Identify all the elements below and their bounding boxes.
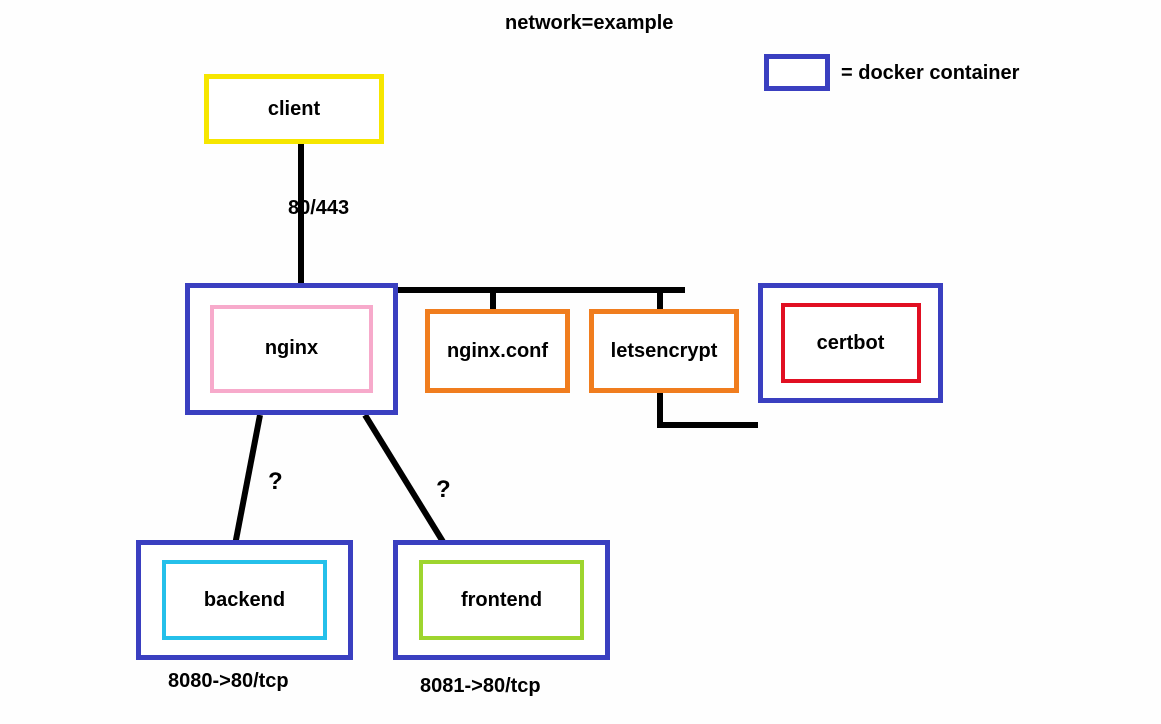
edge-nginx-frontend-label: ?: [436, 476, 451, 504]
backend-ports-label: 8080->80/tcp: [168, 670, 289, 693]
node-letsencrypt: letsencrypt: [589, 309, 739, 393]
diagram-title: network=example: [505, 12, 673, 35]
node-certbot-container: certbot: [758, 283, 943, 403]
node-client-label: client: [268, 98, 320, 121]
node-nginx-conf: nginx.conf: [425, 309, 570, 393]
node-certbot-label: certbot: [817, 332, 885, 355]
edge-client-nginx-label: 80/443: [288, 197, 349, 220]
legend-text: = docker container: [841, 62, 1019, 85]
node-nginx-label: nginx: [265, 337, 318, 360]
node-frontend-inner: frontend: [419, 560, 585, 639]
node-frontend-container: frontend: [393, 540, 610, 660]
node-nginx-container: nginx: [185, 283, 398, 415]
node-nginx-conf-label: nginx.conf: [447, 340, 548, 363]
node-client: client: [204, 74, 384, 144]
node-backend-container: backend: [136, 540, 353, 660]
node-letsencrypt-label: letsencrypt: [611, 340, 718, 363]
frontend-ports-label: 8081->80/tcp: [420, 675, 541, 698]
node-backend-inner: backend: [162, 560, 328, 639]
node-nginx-inner: nginx: [210, 305, 372, 393]
node-backend-label: backend: [204, 589, 285, 612]
node-certbot-inner: certbot: [781, 303, 921, 382]
legend-box: [764, 54, 830, 91]
node-frontend-label: frontend: [461, 589, 542, 612]
edge-nginx-backend-label: ?: [268, 468, 283, 496]
